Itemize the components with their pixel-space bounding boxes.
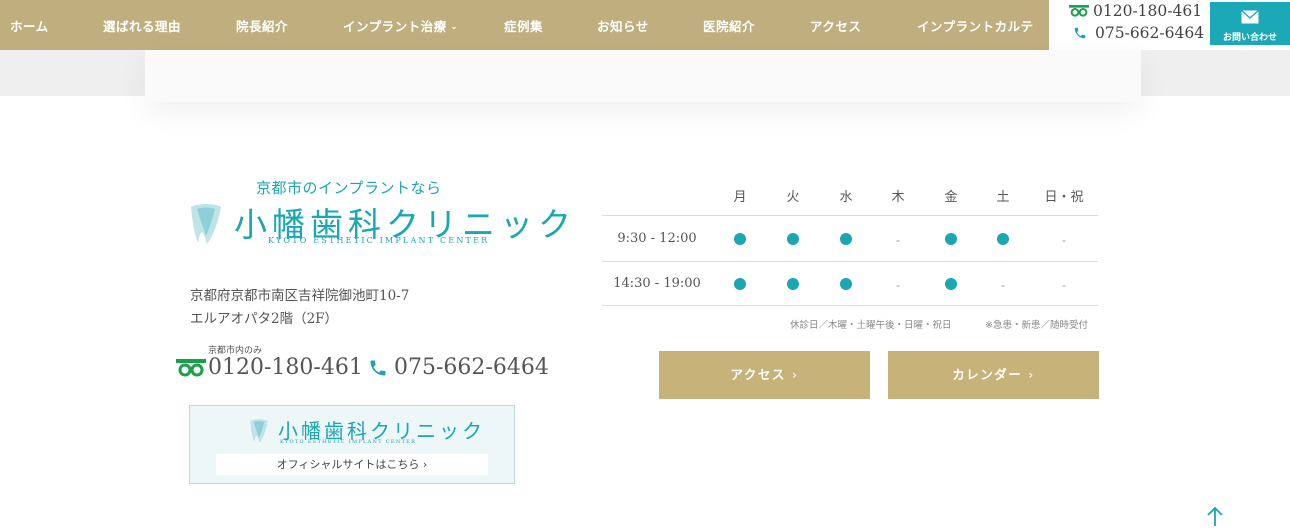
banner-logo-subtitle: KYOTO ESTHETIC IMPLANT CENTER	[280, 439, 417, 445]
nav-item-home[interactable]: ホーム	[10, 16, 49, 35]
row-time-label: 14:30 - 19:00	[613, 276, 701, 291]
open-dot-mark	[945, 278, 957, 290]
nav-item-access[interactable]: アクセス	[810, 16, 861, 35]
day-header: 水	[839, 190, 853, 205]
official-site-link[interactable]: オフィシャルサイトはこちら ›	[216, 454, 488, 475]
calendar-button[interactable]: カレンダー ›	[888, 351, 1099, 399]
site-header: ホーム 選ばれる理由 院長紹介 インプラント治療 ⌄ 症例集 お知らせ 医院紹介 …	[0, 0, 1290, 50]
header-freedial[interactable]: 0120-180-461	[1069, 2, 1202, 20]
phone-icon	[370, 360, 386, 375]
open-dot	[787, 278, 799, 290]
chevron-right-icon: ›	[419, 458, 428, 471]
row-time-label: 9:30 - 12:00	[617, 231, 697, 246]
tooth-logo-icon	[191, 204, 221, 244]
access-button-label: アクセス	[730, 367, 786, 382]
access-button[interactable]: アクセス ›	[659, 351, 870, 399]
closed-days-note: 休診日／木曜・土曜午後・日曜・祝日	[790, 320, 952, 331]
clinic-address-line2: エルアオパタ2階（2F）	[190, 311, 339, 327]
nav-item-news[interactable]: お知らせ	[597, 16, 649, 35]
contact-button-label: お問い合わせ	[1222, 33, 1277, 43]
clinic-logo-subtitle: KYOTO ESTHETIC IMPLANT CENTER	[268, 236, 490, 245]
nav-item-director[interactable]: 院長紹介	[236, 16, 288, 35]
day-header: 金	[944, 190, 958, 205]
global-nav: ホーム 選ばれる理由 院長紹介 インプラント治療 ⌄ 症例集 お知らせ 医院紹介 …	[0, 0, 1049, 50]
arrow-up-icon[interactable]	[1205, 505, 1225, 527]
phone-icon	[1074, 27, 1086, 39]
open-dot-mark	[997, 233, 1009, 245]
day-header: 日・祝	[1044, 190, 1084, 205]
closed-dash-mark: -	[1061, 233, 1067, 248]
mail-icon	[1241, 10, 1259, 24]
open-dot	[997, 233, 1009, 245]
nav-item-implant-label: インプラント治療	[343, 19, 447, 34]
table-divider	[602, 215, 1098, 216]
clinic-freedial-number: 0120-180-461	[208, 355, 363, 380]
clinic-phone[interactable]: 075-662-6464	[368, 355, 549, 380]
chevron-right-icon: ›	[1028, 367, 1035, 382]
closed-dash-mark: -	[895, 233, 901, 248]
open-dot	[840, 278, 852, 290]
official-site-link-label: オフィシャルサイトはこちら	[276, 458, 420, 471]
hero-card-edge	[145, 50, 1141, 102]
open-dot	[945, 233, 957, 245]
clinic-freedial[interactable]: 0120-180-461	[176, 355, 363, 380]
contact-button[interactable]: お問い合わせ	[1210, 2, 1290, 45]
day-header: 火	[786, 190, 800, 205]
freedial-icon	[176, 358, 206, 376]
open-dot	[734, 278, 746, 290]
open-dot	[734, 233, 746, 245]
day-header: 月	[733, 190, 747, 205]
day-header: 木	[891, 190, 905, 205]
open-dot-mark	[787, 278, 799, 290]
open-dot	[945, 278, 957, 290]
header-phone-number: 075-662-6464	[1095, 24, 1205, 42]
day-header: 土	[996, 190, 1010, 205]
closed-dash-mark: -	[1061, 278, 1067, 293]
open-dot-mark	[945, 233, 957, 245]
header-phone[interactable]: 075-662-6464	[1073, 24, 1204, 42]
header-freedial-number: 0120-180-461	[1093, 2, 1203, 20]
freedial-icon	[1069, 5, 1089, 17]
clinic-address-line1: 京都府京都市南区吉祥院御池町10-7	[190, 288, 410, 304]
official-site-banner[interactable]: 小幡歯科クリニック KYOTO ESTHETIC IMPLANT CENTER …	[189, 405, 515, 484]
tooth-logo-icon	[250, 419, 268, 443]
clinic-phone-number: 075-662-6464	[394, 355, 549, 380]
chevron-down-icon: ⌄	[450, 21, 458, 31]
nav-item-implant[interactable]: インプラント治療 ⌄	[343, 16, 458, 35]
nav-item-reasons[interactable]: 選ばれる理由	[103, 16, 181, 35]
nav-item-cases[interactable]: 症例集	[504, 16, 543, 35]
calendar-button-label: カレンダー	[952, 367, 1023, 382]
nav-item-karte[interactable]: インプラントカルテ	[917, 16, 1034, 35]
closed-dash-mark: -	[895, 278, 901, 293]
open-dot-mark	[840, 278, 852, 290]
open-dot-mark	[734, 233, 746, 245]
open-dot-mark	[787, 233, 799, 245]
closed-dash: -	[1001, 275, 1005, 294]
header-tel-box: 0120-180-461 075-662-6464	[1049, 0, 1209, 50]
open-dot	[787, 233, 799, 245]
table-divider	[602, 305, 1098, 306]
table-divider	[602, 261, 1098, 262]
closed-dash: -	[896, 230, 900, 249]
open-dot-mark	[734, 278, 746, 290]
nav-item-clinic[interactable]: 医院紹介	[703, 16, 755, 35]
emergency-note: ※急患・新患／随時受付	[985, 320, 1088, 331]
open-dot	[840, 233, 852, 245]
chevron-right-icon: ›	[791, 367, 799, 382]
clinic-tagline: 京都市のインプラントなら	[256, 179, 442, 197]
closed-dash: -	[896, 275, 900, 294]
open-dot-mark	[840, 233, 852, 245]
closed-dash-mark: -	[1000, 278, 1006, 293]
closed-dash: -	[1062, 275, 1066, 294]
closed-dash: -	[1062, 230, 1066, 249]
hero-bottom-band	[0, 50, 1290, 102]
